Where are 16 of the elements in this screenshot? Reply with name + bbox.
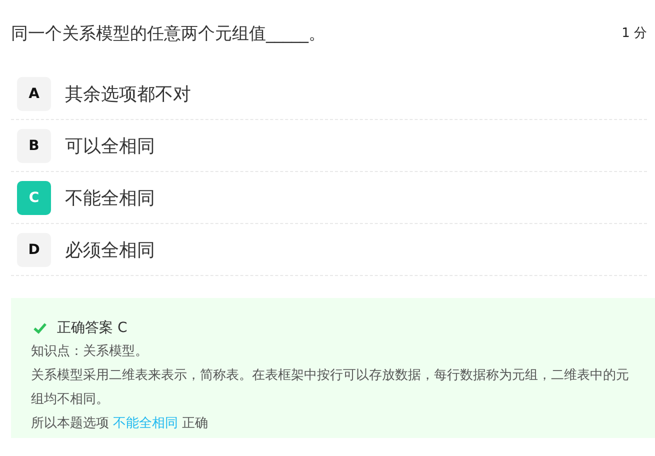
option-letter[interactable]: B [17,128,51,162]
option-text[interactable]: 必须全相同 [65,238,155,262]
conclusion-text: 正确 [182,415,208,433]
option-highlight: 不能全相同 [113,415,178,433]
explanation-text: 关系模型采用二维表来表示，简称表。在表框架中按行可以存放数据，每行数据称为元组，二维表中的元组均不相同。 [31,367,630,409]
option-letter[interactable]: A [17,76,51,110]
conclusion-text: 所以本题选项 [31,415,109,433]
score-label: 1 分 [622,25,647,42]
answer-text: 正确答案 C [57,319,128,337]
knowledge-text: 知识点：关系模型。 [31,343,149,361]
option-text[interactable]: 不能全相同 [65,186,155,210]
check-icon [33,322,47,334]
option-text[interactable]: 可以全相同 [65,134,155,158]
option-letter[interactable]: D [17,232,51,266]
option-text[interactable]: 其余选项都不对 [65,82,191,106]
question-text: 同一个关系模型的任意两个元组值_____。 [11,22,326,44]
